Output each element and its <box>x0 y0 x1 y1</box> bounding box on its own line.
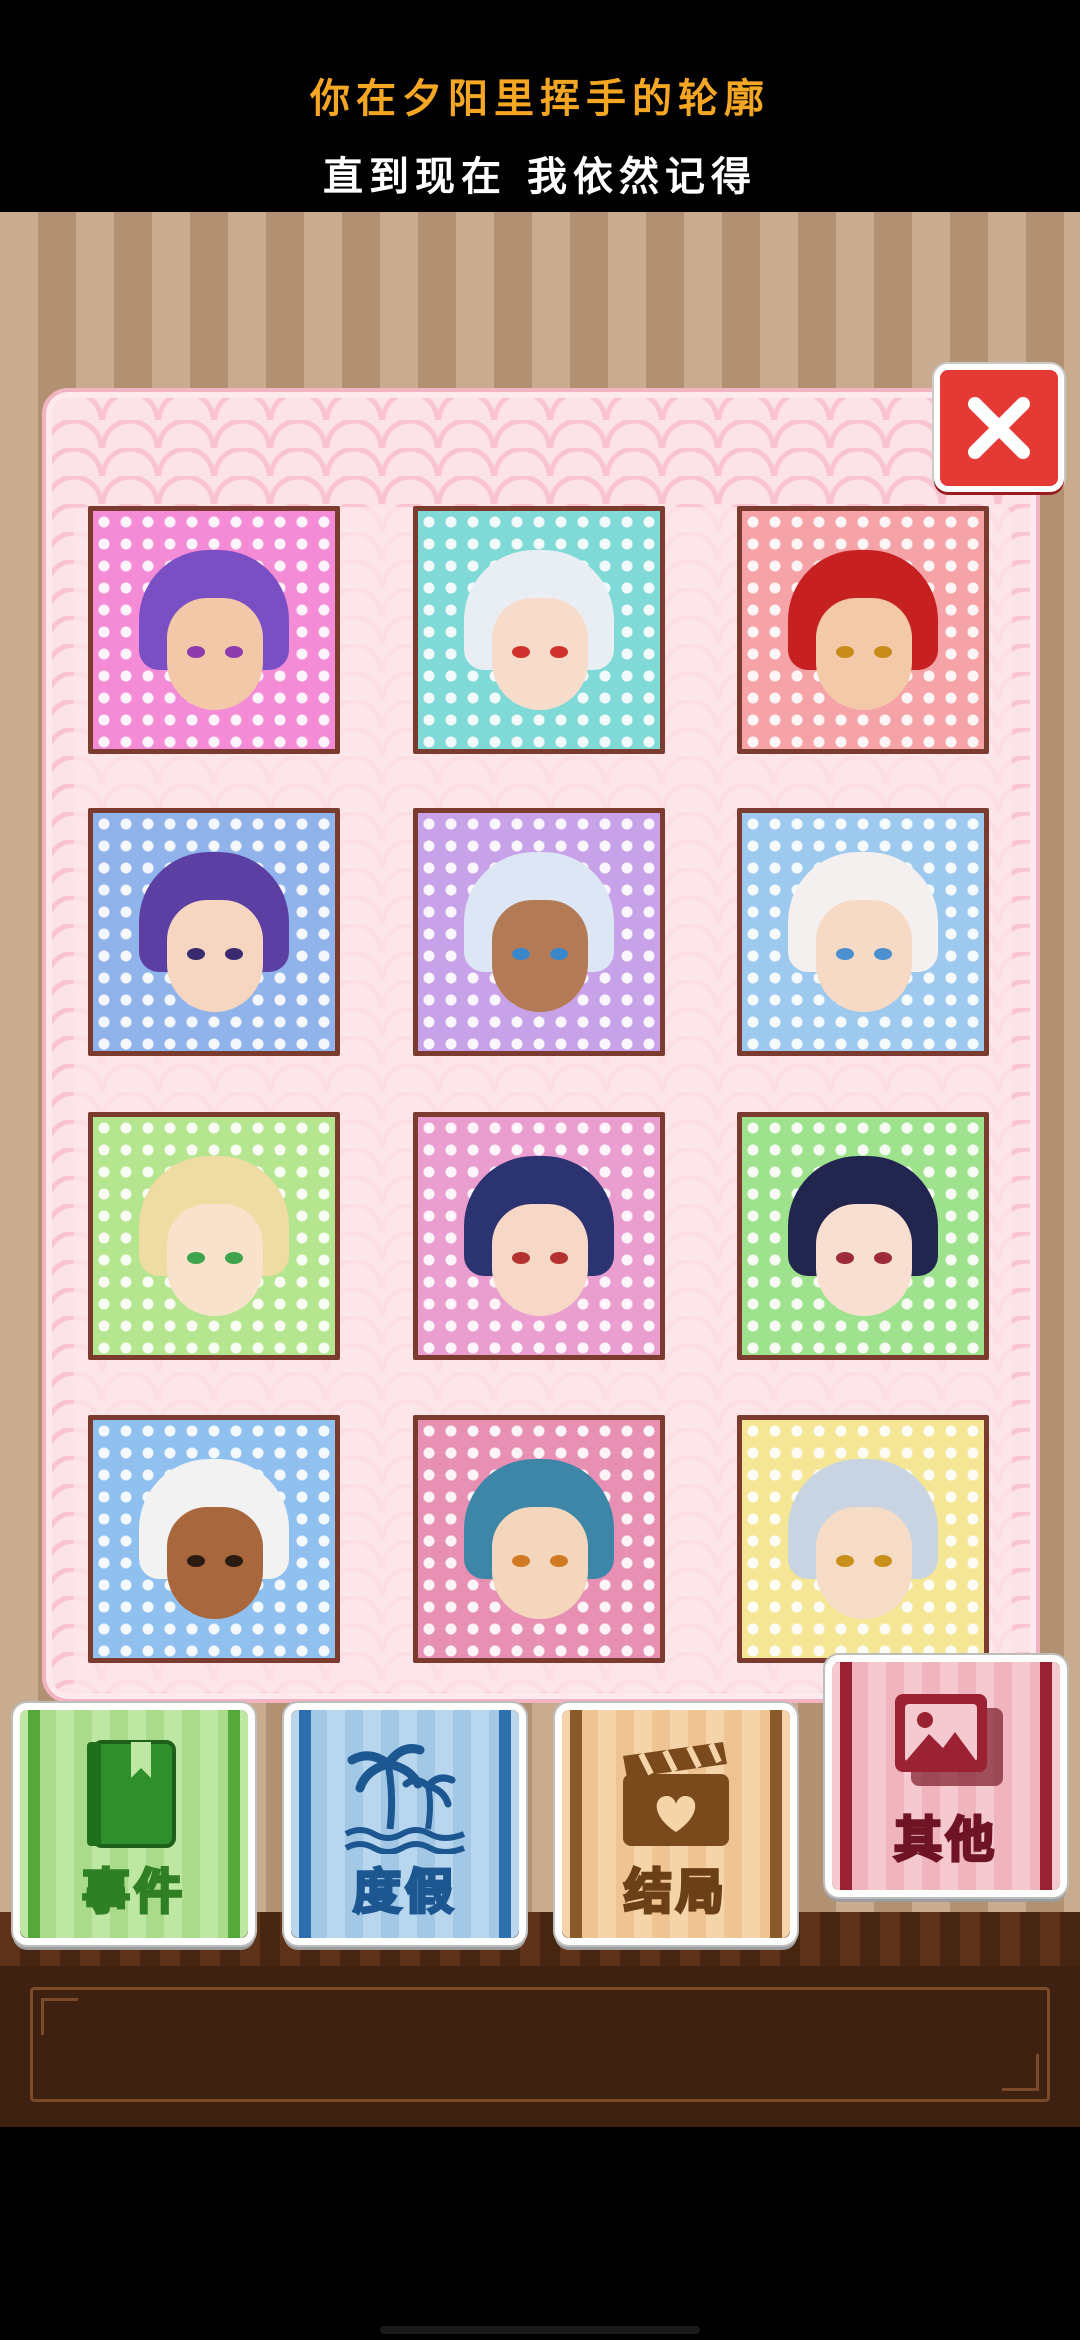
vacation-button[interactable]: 度假 <box>284 1703 526 1945</box>
character-head <box>139 549 289 720</box>
character-portrait[interactable] <box>737 506 989 754</box>
other-label: 其他 <box>892 1811 998 1870</box>
palm-tree-icon <box>344 1744 466 1854</box>
close-button[interactable] <box>934 364 1064 492</box>
character-face <box>492 1506 588 1619</box>
character-eye <box>187 1251 205 1264</box>
bottom-bar <box>0 2127 1080 2340</box>
character-eye <box>550 947 568 960</box>
character-eye <box>512 645 530 658</box>
character-eye <box>512 1554 530 1567</box>
character-head <box>139 1458 289 1629</box>
lyrics-banner: 你在夕阳里挥手的轮廓 直到现在 我依然记得 <box>0 0 1080 212</box>
character-eye <box>836 947 854 960</box>
endings-label: 结局 <box>622 1863 728 1922</box>
character-portrait[interactable] <box>413 1112 665 1360</box>
character-head <box>464 549 614 720</box>
character-face <box>816 1506 912 1619</box>
character-face <box>816 1203 912 1316</box>
character-portrait[interactable] <box>737 1415 989 1663</box>
lyric-line-2: 直到现在 我依然记得 <box>323 154 757 200</box>
character-head <box>139 851 289 1022</box>
character-face <box>167 1203 263 1316</box>
character-eye <box>512 1251 530 1264</box>
character-portrait[interactable] <box>88 1415 340 1663</box>
character-eye <box>225 1554 243 1567</box>
character-face <box>492 1203 588 1316</box>
character-eye <box>225 1251 243 1264</box>
events-label: 事件 <box>80 1863 186 1922</box>
character-eye <box>836 645 854 658</box>
vacation-label: 度假 <box>351 1863 457 1922</box>
character-head <box>788 1155 938 1326</box>
character-eye <box>836 1554 854 1567</box>
character-head <box>464 1155 614 1326</box>
character-eye <box>187 645 205 658</box>
character-face <box>167 899 263 1012</box>
character-portrait[interactable] <box>88 1112 340 1360</box>
character-face <box>492 597 588 710</box>
book-bookmark-icon <box>87 1740 176 1848</box>
character-head <box>788 1458 938 1629</box>
character-face <box>816 597 912 710</box>
character-eye <box>225 645 243 658</box>
character-portrait[interactable] <box>413 1415 665 1663</box>
character-face <box>167 1506 263 1619</box>
character-portrait[interactable] <box>737 808 989 1056</box>
clapperboard-heart-icon <box>623 1742 729 1846</box>
character-head <box>139 1155 289 1326</box>
character-face <box>816 899 912 1012</box>
character-head <box>788 851 938 1022</box>
character-portrait[interactable] <box>413 808 665 1056</box>
events-button[interactable]: 事件 <box>13 1703 255 1945</box>
character-eye <box>550 1251 568 1264</box>
character-face <box>492 899 588 1012</box>
character-eye <box>874 645 892 658</box>
character-eye <box>512 947 530 960</box>
character-eye <box>550 1554 568 1567</box>
character-head <box>464 851 614 1022</box>
system-nav-indicator[interactable] <box>380 2326 700 2334</box>
character-eye <box>874 1251 892 1264</box>
character-eye <box>187 947 205 960</box>
character-eye <box>874 947 892 960</box>
character-head <box>464 1458 614 1629</box>
character-head <box>788 549 938 720</box>
character-portrait[interactable] <box>413 506 665 754</box>
endings-button[interactable]: 结局 <box>555 1703 797 1945</box>
character-portrait[interactable] <box>737 1112 989 1360</box>
dialogue-box <box>30 1987 1050 2102</box>
picture-gallery-icon <box>895 1694 1003 1786</box>
character-eye <box>187 1554 205 1567</box>
lyric-line-1: 你在夕阳里挥手的轮廓 <box>310 76 770 122</box>
character-eye <box>225 947 243 960</box>
character-face <box>167 597 263 710</box>
character-portrait[interactable] <box>88 808 340 1056</box>
other-button[interactable]: 其他 <box>825 1655 1067 1897</box>
character-eye <box>836 1251 854 1264</box>
character-eye <box>550 645 568 658</box>
character-portrait[interactable] <box>88 506 340 754</box>
close-icon <box>968 397 1030 459</box>
character-eye <box>874 1554 892 1567</box>
